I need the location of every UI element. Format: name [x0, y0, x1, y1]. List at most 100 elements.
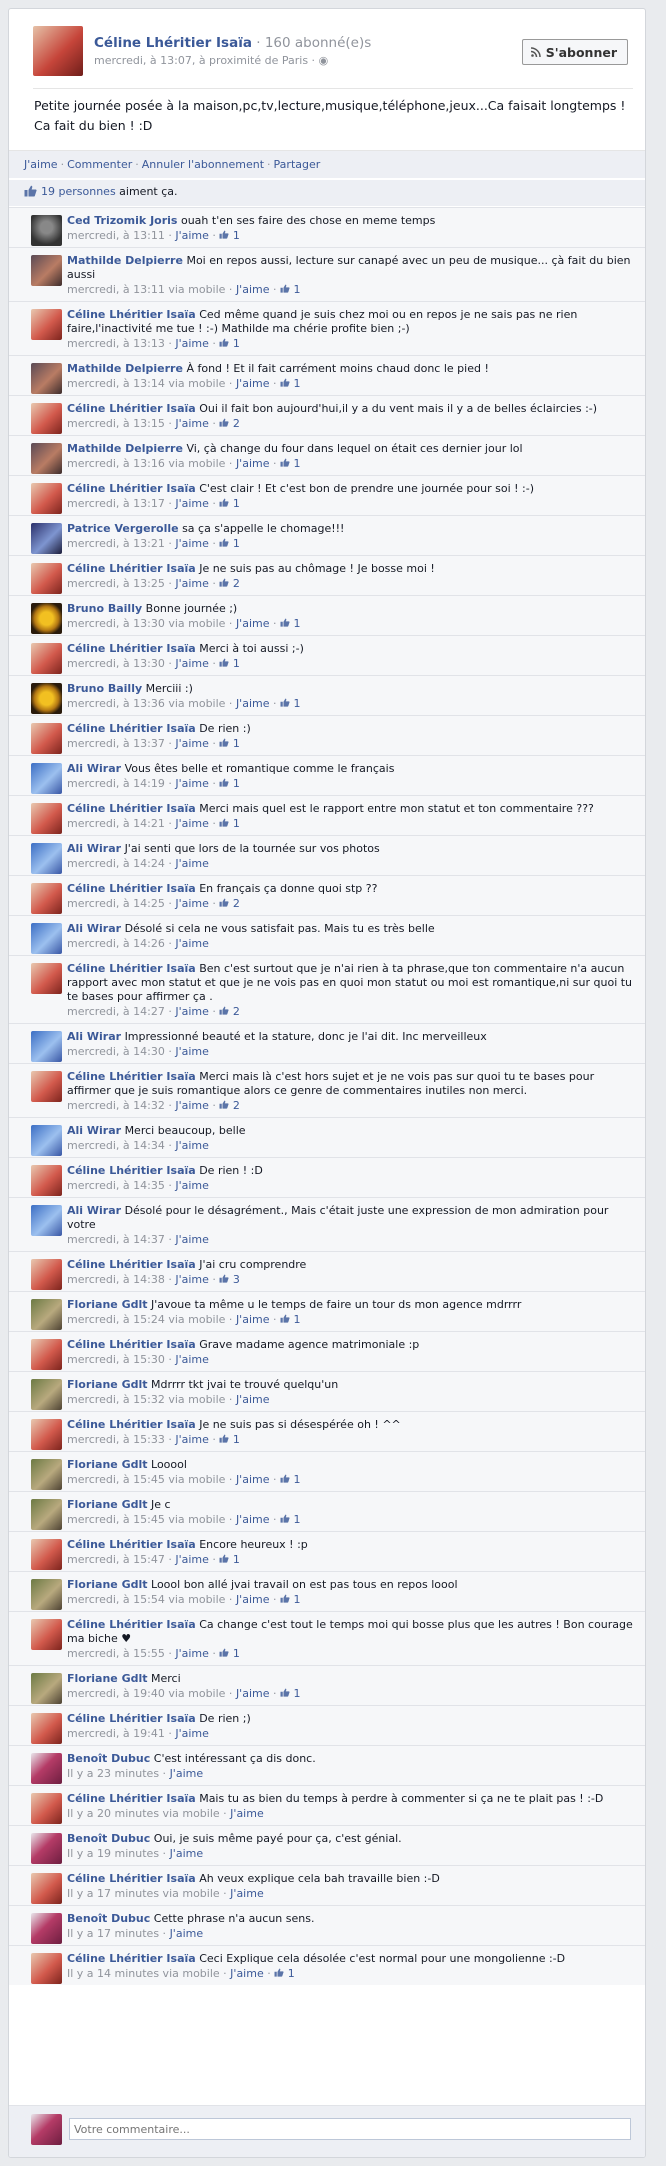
comment-like-count[interactable]: 1 [280, 377, 301, 390]
comment-like-link[interactable]: J'aime [175, 897, 209, 910]
comment-like-count[interactable]: 2 [219, 417, 240, 430]
comment-author[interactable]: Céline Lhéritier Isaïa [67, 1712, 196, 1725]
comment-like-link[interactable]: J'aime [170, 1847, 204, 1860]
comment-author[interactable]: Ali Wirar [67, 762, 121, 775]
comment-time[interactable]: mercredi, à 13:30 via mobile [67, 617, 225, 630]
commenter-avatar[interactable] [31, 723, 62, 754]
commenter-avatar[interactable] [31, 883, 62, 914]
comment-time[interactable]: Il y a 23 minutes [67, 1767, 159, 1780]
comment-like-link[interactable]: J'aime [175, 1233, 209, 1246]
commenter-avatar[interactable] [31, 963, 62, 994]
comment-time[interactable]: mercredi, à 13:14 via mobile [67, 377, 225, 390]
comment-like-link[interactable]: J'aime [175, 857, 209, 870]
comment-like-link[interactable]: J'aime [175, 537, 209, 550]
comment-like-link[interactable]: J'aime [236, 1593, 270, 1606]
commenter-avatar[interactable] [31, 443, 62, 474]
commenter-avatar[interactable] [31, 1753, 62, 1784]
comment-author[interactable]: Céline Lhéritier Isaïa [67, 642, 196, 655]
comment-time[interactable]: mercredi, à 13:13 [67, 337, 165, 350]
comment-time[interactable]: mercredi, à 15:24 via mobile [67, 1313, 225, 1326]
commenter-avatar[interactable] [31, 255, 62, 286]
commenter-avatar[interactable] [31, 1873, 62, 1904]
comment-author[interactable]: Céline Lhéritier Isaïa [67, 882, 196, 895]
commenter-avatar[interactable] [31, 1793, 62, 1824]
comment-author[interactable]: Ali Wirar [67, 1124, 121, 1137]
commenter-avatar[interactable] [31, 483, 62, 514]
comment-like-count[interactable]: 1 [219, 817, 240, 830]
comment-input[interactable] [69, 2118, 631, 2140]
commenter-avatar[interactable] [31, 1673, 62, 1704]
comment-author[interactable]: Floriane Gdlt [67, 1298, 148, 1311]
comment-like-link[interactable]: J'aime [175, 1005, 209, 1018]
comment-like-link[interactable]: J'aime [175, 577, 209, 590]
comment-like-count[interactable]: 1 [280, 1473, 301, 1486]
commenter-avatar[interactable] [31, 403, 62, 434]
comment-like-count[interactable]: 1 [280, 1593, 301, 1606]
comment-like-link[interactable]: J'aime [175, 1045, 209, 1058]
commenter-avatar[interactable] [31, 1299, 62, 1330]
comment-author[interactable]: Ali Wirar [67, 1204, 121, 1217]
comment-like-count[interactable]: 1 [280, 697, 301, 710]
commenter-avatar[interactable] [31, 1539, 62, 1570]
share-action[interactable]: Partager [274, 158, 321, 171]
comment-author[interactable]: Bruno Bailly [67, 682, 142, 695]
comment-time[interactable]: Il y a 17 minutes via mobile [67, 1887, 220, 1900]
commenter-avatar[interactable] [31, 215, 62, 246]
comment-author[interactable]: Ali Wirar [67, 922, 121, 935]
commenter-avatar[interactable] [31, 563, 62, 594]
comment-time[interactable]: Il y a 14 minutes via mobile [67, 1967, 220, 1980]
comment-like-link[interactable]: J'aime [230, 1967, 264, 1980]
comment-time[interactable]: mercredi, à 13:30 [67, 657, 165, 670]
comment-time[interactable]: Il y a 17 minutes [67, 1927, 159, 1940]
comment-like-count[interactable]: 1 [219, 537, 240, 550]
comment-like-link[interactable]: J'aime [236, 617, 270, 630]
comment-like-count[interactable]: 2 [219, 1099, 240, 1112]
comment-like-count[interactable]: 1 [280, 283, 301, 296]
likers-link[interactable]: 19 personnes [41, 185, 116, 198]
comment-like-count[interactable]: 1 [219, 337, 240, 350]
comment-author[interactable]: Floriane Gdlt [67, 1378, 148, 1391]
comment-like-link[interactable]: J'aime [236, 1687, 270, 1700]
comment-author[interactable]: Céline Lhéritier Isaïa [67, 402, 196, 415]
comment-time[interactable]: mercredi, à 13:16 via mobile [67, 457, 225, 470]
comment-time[interactable]: mercredi, à 14:21 [67, 817, 165, 830]
comment-like-link[interactable]: J'aime [175, 1273, 209, 1286]
comment-author[interactable]: Céline Lhéritier Isaïa [67, 482, 196, 495]
comment-author[interactable]: Ced Trizomik Joris [67, 214, 177, 227]
commenter-avatar[interactable] [31, 923, 62, 954]
comment-author[interactable]: Mathilde Delpierre [67, 362, 183, 375]
commenter-avatar[interactable] [31, 309, 62, 340]
comment-author[interactable]: Céline Lhéritier Isaïa [67, 1538, 196, 1551]
commenter-avatar[interactable] [31, 763, 62, 794]
commenter-avatar[interactable] [31, 1071, 62, 1102]
comment-author[interactable]: Benoît Dubuc [67, 1912, 150, 1925]
commenter-avatar[interactable] [31, 1259, 62, 1290]
comment-like-link[interactable]: J'aime [175, 737, 209, 750]
comment-author[interactable]: Mathilde Delpierre [67, 254, 183, 267]
comment-author[interactable]: Benoît Dubuc [67, 1832, 150, 1845]
commenter-avatar[interactable] [31, 1205, 62, 1236]
comment-like-link[interactable]: J'aime [230, 1807, 264, 1820]
comment-time[interactable]: mercredi, à 19:41 [67, 1727, 165, 1740]
commenter-avatar[interactable] [31, 643, 62, 674]
commenter-avatar[interactable] [31, 843, 62, 874]
comment-author[interactable]: Patrice Vergerolle [67, 522, 179, 535]
comment-time[interactable]: mercredi, à 14:25 [67, 897, 165, 910]
comment-like-count[interactable]: 1 [219, 1433, 240, 1446]
comment-like-link[interactable]: J'aime [170, 1927, 204, 1940]
like-action[interactable]: J'aime [24, 158, 58, 171]
comment-author[interactable]: Ali Wirar [67, 1030, 121, 1043]
comment-like-link[interactable]: J'aime [175, 497, 209, 510]
comment-author[interactable]: Céline Lhéritier Isaïa [67, 1418, 196, 1431]
comment-time[interactable]: mercredi, à 14:30 [67, 1045, 165, 1058]
comment-like-count[interactable]: 2 [219, 1005, 240, 1018]
comment-like-link[interactable]: J'aime [236, 1313, 270, 1326]
comment-like-link[interactable]: J'aime [175, 937, 209, 950]
comment-time[interactable]: mercredi, à 13:36 via mobile [67, 697, 225, 710]
comment-author[interactable]: Céline Lhéritier Isaïa [67, 722, 196, 735]
comment-author[interactable]: Floriane Gdlt [67, 1578, 148, 1591]
comment-like-link[interactable]: J'aime [175, 1099, 209, 1112]
comment-time[interactable]: mercredi, à 15:47 [67, 1553, 165, 1566]
commenter-avatar[interactable] [31, 1165, 62, 1196]
comment-time[interactable]: mercredi, à 15:45 via mobile [67, 1473, 225, 1486]
